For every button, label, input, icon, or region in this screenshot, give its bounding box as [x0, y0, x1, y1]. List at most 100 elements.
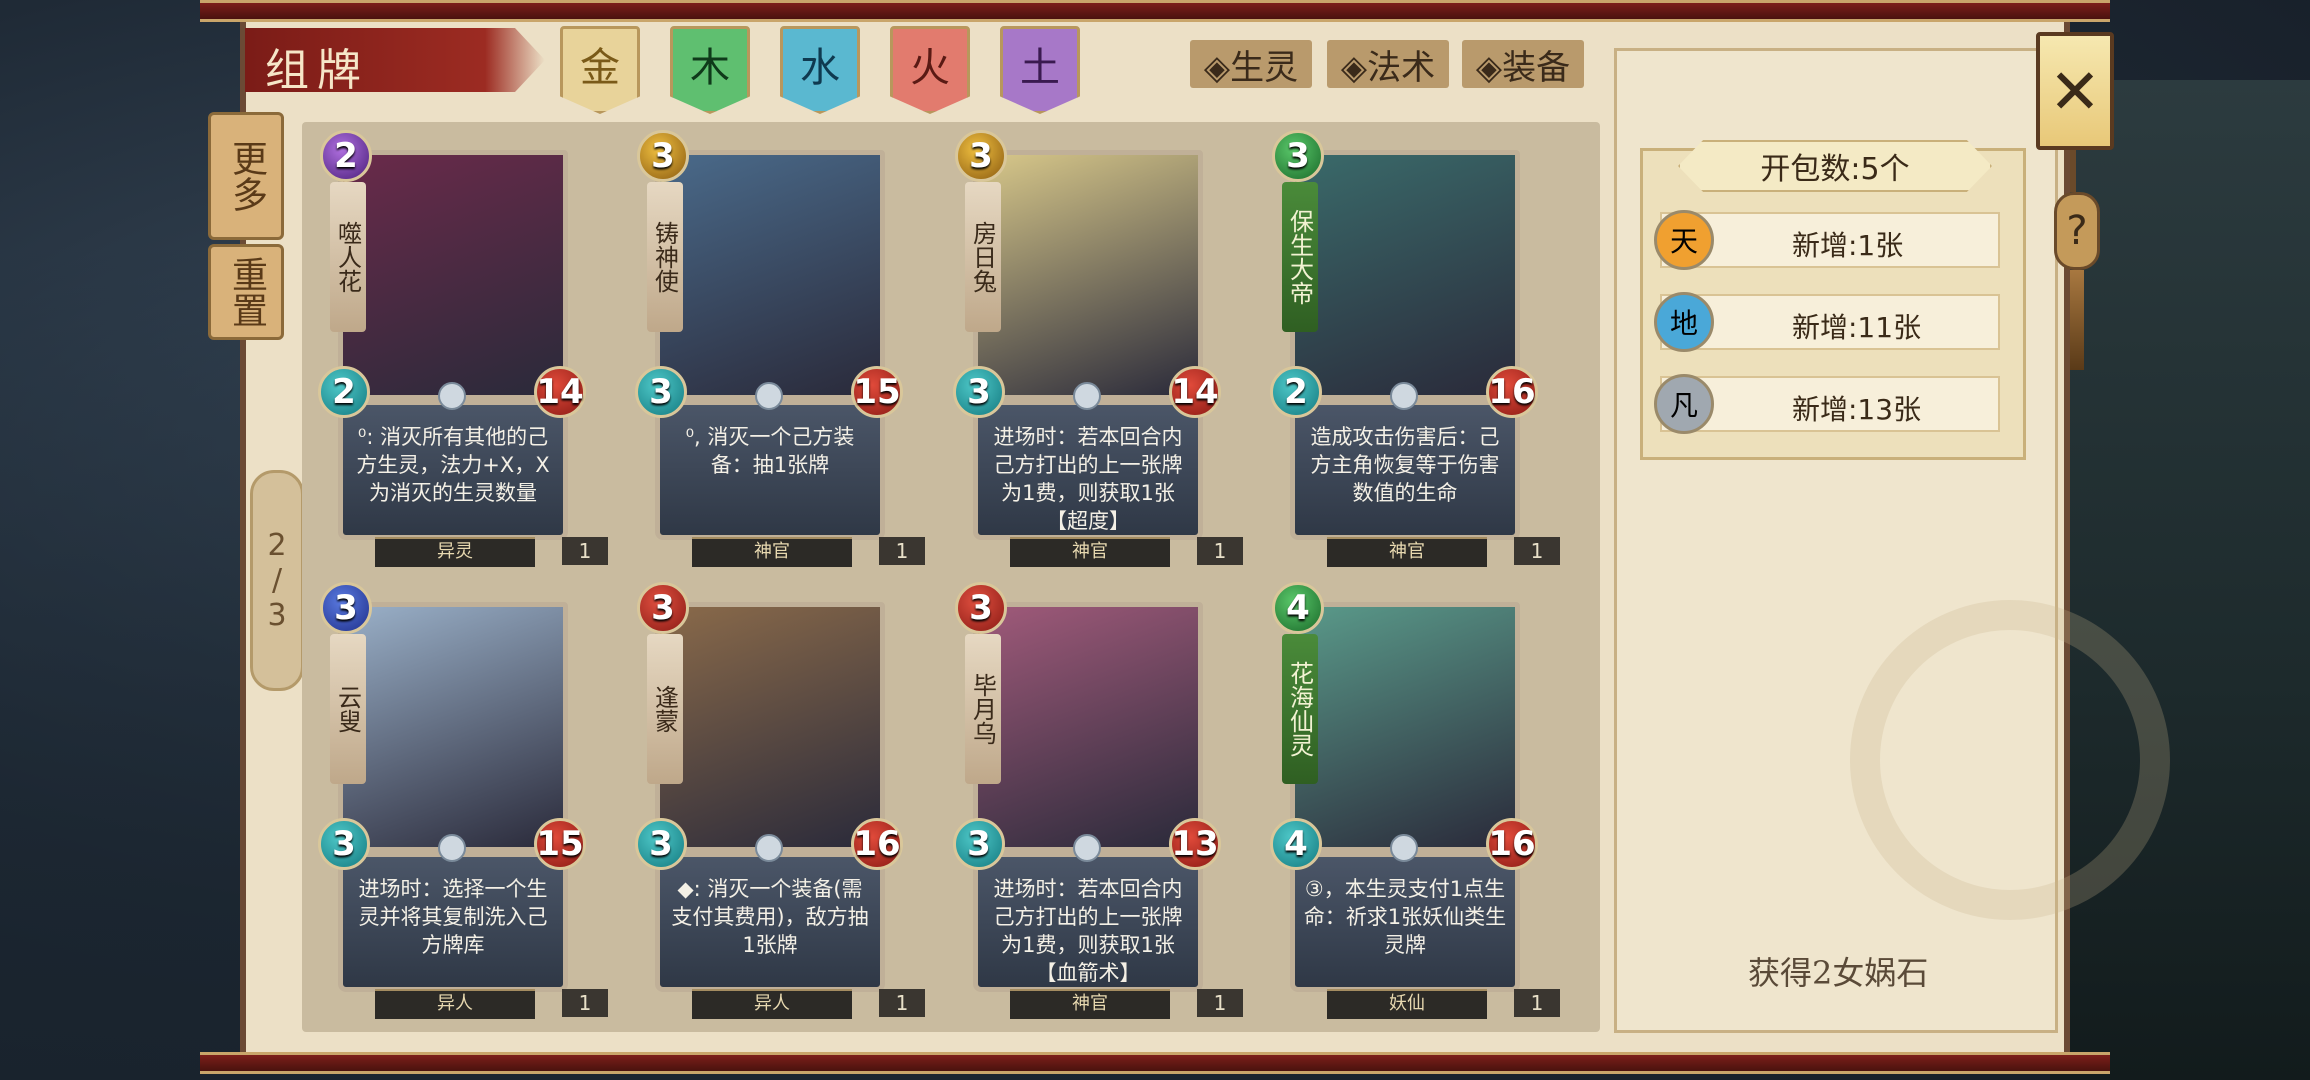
health-gem: 15 [851, 366, 903, 418]
pack-row: 天 新增:1张 [1654, 210, 2000, 270]
more-button[interactable]: 更多 [208, 112, 284, 240]
panel-watermark [1850, 600, 2170, 920]
card[interactable]: 逢蒙 ◆: 消灭一个装备(需支付其费用)，敌方抽1张牌 异人 1 3 3 16 [635, 582, 925, 1019]
health-gem: 16 [1486, 818, 1538, 870]
tassel-decoration [2070, 270, 2084, 370]
card-race: 神官 [1010, 537, 1170, 567]
card-name: 云叟 [330, 634, 366, 784]
card-art [973, 602, 1203, 852]
card-text: ③，本生灵支付1点生命：祈求1张妖仙类生灵牌 [1290, 852, 1520, 992]
element-tab-3[interactable]: 火 [890, 26, 970, 114]
attack-gem: 3 [953, 366, 1005, 418]
pack-row: 凡 新增:13张 [1654, 374, 2000, 434]
health-gem: 15 [534, 818, 586, 870]
attack-gem: 4 [1270, 818, 1322, 870]
pack-title: 开包数:5个 [1678, 140, 1992, 192]
card-text: 进场时：选择一个生灵并将其复制洗入己方牌库 [338, 852, 568, 992]
attack-gem: 2 [1270, 366, 1322, 418]
card-text: ⁰, 消灭一个己方装备：抽1张牌 [655, 400, 885, 540]
cost-gem: 3 [637, 130, 689, 182]
filter-button-2[interactable]: ◈装备 [1462, 40, 1584, 88]
card-race: 神官 [692, 537, 852, 567]
card-art [1290, 150, 1520, 400]
card-name: 保生大帝 [1282, 182, 1318, 332]
card-count: 1 [1514, 537, 1560, 565]
filter-button-0[interactable]: ◈生灵 [1190, 40, 1312, 88]
card-count: 1 [562, 989, 608, 1017]
frame-top-border [200, 0, 2110, 22]
lantern-rope [2070, 150, 2076, 192]
card-name: 花海仙灵 [1282, 634, 1318, 784]
rarity-gem-icon [1073, 834, 1101, 862]
health-gem: 13 [1169, 818, 1221, 870]
card-name: 毕月乌 [965, 634, 1001, 784]
close-icon[interactable]: ✕ [2036, 32, 2114, 150]
cost-gem: 3 [955, 582, 1007, 634]
card-race: 神官 [1327, 537, 1487, 567]
card-count: 1 [562, 537, 608, 565]
page-title: 组牌 [265, 45, 369, 96]
card-count: 1 [1514, 989, 1560, 1017]
cost-gem: 3 [637, 582, 689, 634]
card[interactable]: 房日兔 进场时：若本回合内己方打出的上一张牌为1费，则获取1张【超度】 神官 1… [953, 130, 1243, 567]
card-text: ◆: 消灭一个装备(需支付其费用)，敌方抽1张牌 [655, 852, 885, 992]
rarity-gem-icon [438, 834, 466, 862]
page-current: 2 [267, 528, 287, 563]
rarity-gem-icon [1073, 382, 1101, 410]
card-text: 进场时：若本回合内己方打出的上一张牌为1费，则获取1张【超度】 [973, 400, 1203, 540]
card-name: 房日兔 [965, 182, 1001, 332]
title-banner: 组牌 [245, 28, 545, 92]
rarity-gem-icon [755, 382, 783, 410]
element-tab-2[interactable]: 水 [780, 26, 860, 114]
cost-gem: 3 [955, 130, 1007, 182]
pack-tier-badge: 凡 [1654, 374, 1714, 434]
card-count: 1 [879, 989, 925, 1017]
health-gem: 14 [1169, 366, 1221, 418]
page-indicator: 2 / 3 [250, 470, 304, 691]
card-text: 造成攻击伤害后：己方主角恢复等于伤害数值的生命 [1290, 400, 1520, 540]
card-text: 进场时：若本回合内己方打出的上一张牌为1费，则获取1张【血箭术】 [973, 852, 1203, 992]
card[interactable]: 云叟 进场时：选择一个生灵并将其复制洗入己方牌库 异人 1 3 3 15 [318, 582, 608, 1019]
card-race: 异人 [375, 989, 535, 1019]
frame-bottom-border [200, 1052, 2110, 1074]
filter-button-1[interactable]: ◈法术 [1327, 40, 1449, 88]
page-total: 3 [267, 598, 287, 633]
card-count: 1 [879, 537, 925, 565]
card-race: 神官 [1010, 989, 1170, 1019]
card[interactable]: 噬人花 ⁰: 消灭所有其他的己方生灵，法力+X，X为消灭的生灵数量 异灵 1 2… [318, 130, 608, 567]
pack-row-text: 新增:13张 [1792, 393, 1922, 426]
card-race: 异灵 [375, 537, 535, 567]
attack-gem: 3 [635, 818, 687, 870]
page-separator: / [271, 563, 283, 598]
background-mountain-left [0, 250, 260, 1080]
reset-button[interactable]: 重置 [208, 244, 284, 340]
card-art [338, 602, 568, 852]
card-name: 逢蒙 [647, 634, 683, 784]
card[interactable]: 铸神使 ⁰, 消灭一个己方装备：抽1张牌 神官 1 3 3 15 [635, 130, 925, 567]
attack-gem: 3 [953, 818, 1005, 870]
rarity-gem-icon [438, 382, 466, 410]
cost-gem: 3 [1272, 130, 1324, 182]
element-tab-0[interactable]: 金 [560, 26, 640, 114]
rarity-gem-icon [1390, 382, 1418, 410]
card-art [1290, 602, 1520, 852]
card-art [655, 150, 885, 400]
element-tab-1[interactable]: 木 [670, 26, 750, 114]
pack-row: 地 新增:11张 [1654, 292, 2000, 352]
element-tab-4[interactable]: 土 [1000, 26, 1080, 114]
card[interactable]: 花海仙灵 ③，本生灵支付1点生命：祈求1张妖仙类生灵牌 妖仙 1 4 4 16 [1270, 582, 1560, 1019]
card[interactable]: 保生大帝 造成攻击伤害后：己方主角恢复等于伤害数值的生命 神官 1 3 2 16 [1270, 130, 1560, 567]
pack-row-text: 新增:11张 [1792, 311, 1922, 344]
card-count: 1 [1197, 537, 1243, 565]
health-gem: 14 [534, 366, 586, 418]
card-race: 异人 [692, 989, 852, 1019]
card-art [973, 150, 1203, 400]
health-gem: 16 [1486, 366, 1538, 418]
card[interactable]: 毕月乌 进场时：若本回合内己方打出的上一张牌为1费，则获取1张【血箭术】 神官 … [953, 582, 1243, 1019]
card-race: 妖仙 [1327, 989, 1487, 1019]
card-art [338, 150, 568, 400]
help-icon[interactable]: ? [2054, 192, 2100, 270]
cost-gem: 3 [320, 582, 372, 634]
card-count: 1 [1197, 989, 1243, 1017]
card-text: ⁰: 消灭所有其他的己方生灵，法力+X，X为消灭的生灵数量 [338, 400, 568, 540]
